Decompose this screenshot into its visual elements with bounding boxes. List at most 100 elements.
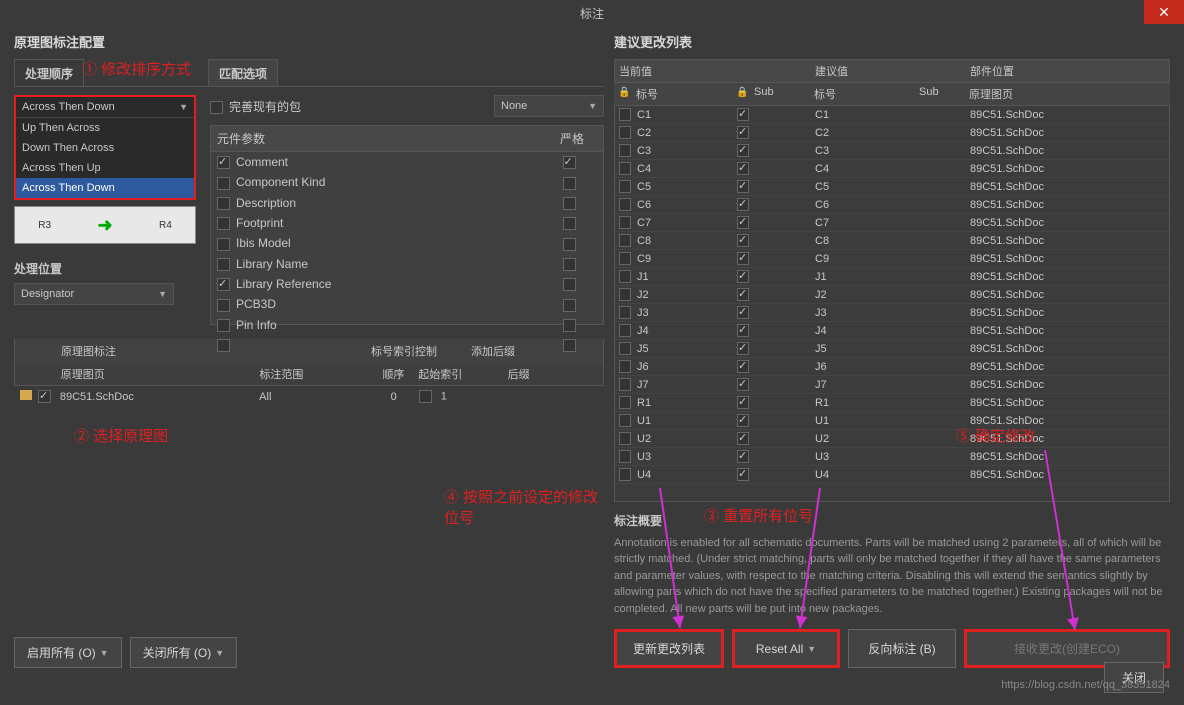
tab-order[interactable]: 处理顺序 — [14, 59, 84, 86]
strict-checkbox[interactable] — [563, 238, 576, 251]
change-row[interactable]: U2U289C51.SchDoc — [615, 430, 1169, 448]
row-lock-checkbox[interactable] — [619, 216, 631, 229]
row-lock-checkbox[interactable] — [619, 288, 631, 301]
row-sub-checkbox[interactable] — [737, 324, 749, 337]
strict-checkbox[interactable] — [563, 339, 576, 352]
row-sub-checkbox[interactable] — [737, 360, 749, 373]
param-checkbox[interactable] — [217, 217, 230, 230]
change-row[interactable]: J7J789C51.SchDoc — [615, 376, 1169, 394]
row-sub-checkbox[interactable] — [737, 450, 749, 463]
param-row[interactable]: Pin Info — [211, 315, 603, 335]
change-row[interactable]: C8C889C51.SchDoc — [615, 232, 1169, 250]
change-row[interactable]: C2C289C51.SchDoc — [615, 124, 1169, 142]
row-lock-checkbox[interactable] — [619, 414, 631, 427]
row-sub-checkbox[interactable] — [737, 216, 749, 229]
order-option-2[interactable]: Across Then Up — [16, 158, 194, 178]
row-sub-checkbox[interactable] — [737, 306, 749, 319]
param-row[interactable]: Component Kind — [211, 172, 603, 192]
param-row[interactable]: Comment — [211, 152, 603, 172]
tab-match[interactable]: 匹配选项 — [208, 59, 278, 86]
param-checkbox[interactable] — [217, 156, 230, 169]
strict-checkbox[interactable] — [563, 197, 576, 210]
row-lock-checkbox[interactable] — [619, 234, 631, 247]
row-lock-checkbox[interactable] — [619, 198, 631, 211]
param-checkbox[interactable] — [217, 278, 230, 291]
row-sub-checkbox[interactable] — [737, 378, 749, 391]
disable-all-button[interactable]: 关闭所有 (O)▼ — [130, 637, 238, 668]
change-row[interactable]: U4U489C51.SchDoc — [615, 466, 1169, 484]
order-dropdown[interactable]: Across Then Down▼ Up Then Across Down Th… — [14, 95, 196, 200]
change-row[interactable]: U3U389C51.SchDoc — [615, 448, 1169, 466]
row-sub-checkbox[interactable] — [737, 144, 749, 157]
schematic-row[interactable]: 89C51.SchDoc All 0 1 — [14, 386, 604, 407]
param-row[interactable]: Library Name — [211, 254, 603, 274]
change-row[interactable]: J5J589C51.SchDoc — [615, 340, 1169, 358]
change-row[interactable]: C1C189C51.SchDoc — [615, 106, 1169, 124]
row-sub-checkbox[interactable] — [737, 468, 749, 481]
change-row[interactable]: R1R189C51.SchDoc — [615, 394, 1169, 412]
param-row[interactable]: Library Reference — [211, 274, 603, 294]
position-select[interactable]: Designator▼ — [14, 283, 174, 305]
row-sub-checkbox[interactable] — [737, 126, 749, 139]
row-sub-checkbox[interactable] — [737, 252, 749, 265]
strict-checkbox[interactable] — [563, 299, 576, 312]
package-select[interactable]: None▼ — [494, 95, 604, 117]
change-row[interactable]: C4C489C51.SchDoc — [615, 160, 1169, 178]
row-sub-checkbox[interactable] — [737, 396, 749, 409]
start-index-checkbox[interactable] — [419, 390, 432, 403]
row-lock-checkbox[interactable] — [619, 180, 631, 193]
change-row[interactable]: U1U189C51.SchDoc — [615, 412, 1169, 430]
row-lock-checkbox[interactable] — [619, 306, 631, 319]
strict-checkbox[interactable] — [563, 258, 576, 271]
change-row[interactable]: C9C989C51.SchDoc — [615, 250, 1169, 268]
param-row[interactable]: Description — [211, 193, 603, 213]
row-lock-checkbox[interactable] — [619, 450, 631, 463]
row-sub-checkbox[interactable] — [737, 432, 749, 445]
row-lock-checkbox[interactable] — [619, 252, 631, 265]
back-annotate-button[interactable]: 反向标注 (B) — [848, 629, 956, 668]
param-checkbox[interactable] — [217, 319, 230, 332]
param-checkbox[interactable] — [217, 238, 230, 251]
param-checkbox[interactable] — [217, 299, 230, 312]
change-row[interactable]: C3C389C51.SchDoc — [615, 142, 1169, 160]
row-sub-checkbox[interactable] — [737, 180, 749, 193]
strict-checkbox[interactable] — [563, 217, 576, 230]
change-row[interactable]: J3J389C51.SchDoc — [615, 304, 1169, 322]
row-sub-checkbox[interactable] — [737, 162, 749, 175]
change-list-body[interactable]: C1C189C51.SchDocC2C289C51.SchDocC3C389C5… — [614, 106, 1170, 502]
param-row[interactable]: Ibis Model — [211, 233, 603, 253]
strict-checkbox[interactable] — [563, 156, 576, 169]
row-sub-checkbox[interactable] — [737, 342, 749, 355]
row-lock-checkbox[interactable] — [619, 342, 631, 355]
row-lock-checkbox[interactable] — [619, 378, 631, 391]
strict-checkbox[interactable] — [563, 319, 576, 332]
row-lock-checkbox[interactable] — [619, 108, 631, 121]
param-checkbox[interactable] — [217, 258, 230, 271]
change-row[interactable]: C5C589C51.SchDoc — [615, 178, 1169, 196]
row-sub-checkbox[interactable] — [737, 198, 749, 211]
change-row[interactable]: J6J689C51.SchDoc — [615, 358, 1169, 376]
update-changes-button[interactable]: 更新更改列表 — [614, 629, 724, 668]
strict-checkbox[interactable] — [563, 177, 576, 190]
strict-checkbox[interactable] — [563, 278, 576, 291]
change-row[interactable]: C7C789C51.SchDoc — [615, 214, 1169, 232]
row-lock-checkbox[interactable] — [619, 432, 631, 445]
param-checkbox[interactable] — [217, 197, 230, 210]
schematic-checkbox[interactable] — [38, 390, 51, 403]
param-checkbox[interactable] — [217, 177, 230, 190]
param-checkbox[interactable] — [217, 339, 230, 352]
row-lock-checkbox[interactable] — [619, 396, 631, 409]
row-sub-checkbox[interactable] — [737, 288, 749, 301]
enable-all-button[interactable]: 启用所有 (O)▼ — [14, 637, 122, 668]
row-lock-checkbox[interactable] — [619, 162, 631, 175]
order-option-1[interactable]: Down Then Across — [16, 138, 194, 158]
order-option-3[interactable]: Across Then Down — [16, 178, 194, 198]
change-row[interactable]: J4J489C51.SchDoc — [615, 322, 1169, 340]
order-option-0[interactable]: Up Then Across — [16, 118, 194, 138]
row-sub-checkbox[interactable] — [737, 270, 749, 283]
row-sub-checkbox[interactable] — [737, 108, 749, 121]
param-row[interactable]: PCB3D — [211, 294, 603, 314]
row-lock-checkbox[interactable] — [619, 468, 631, 481]
row-lock-checkbox[interactable] — [619, 144, 631, 157]
param-row[interactable]: Footprint — [211, 213, 603, 233]
